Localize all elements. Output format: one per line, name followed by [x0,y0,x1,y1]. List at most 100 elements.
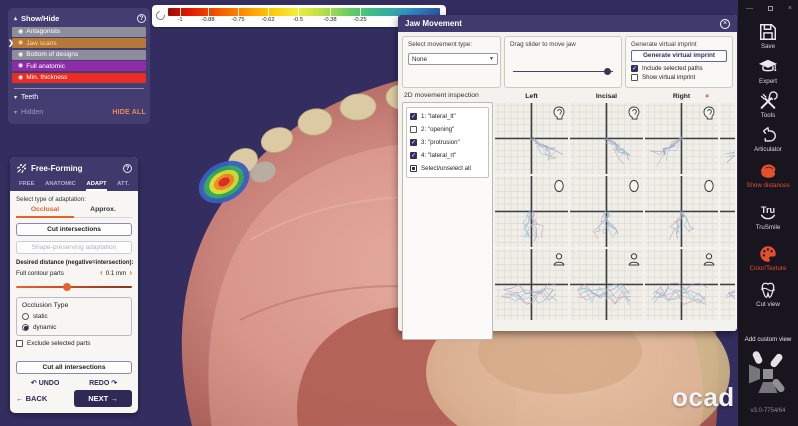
face-icon [553,179,565,193]
increase-distance-icon[interactable]: › [129,269,132,277]
inspection-item-2-opening-[interactable]: 2: "opening" [410,124,485,134]
radio-icon[interactable] [22,313,29,320]
view-navigation-cluster[interactable] [742,348,794,400]
colorbar-settings-icon[interactable] [154,9,167,22]
movement-plot-cell[interactable] [645,176,718,247]
item-label: Min. thickness [26,74,67,81]
checkbox-icon[interactable]: ✓ [410,113,417,120]
contour-parts-label: Full contour parts [16,270,64,277]
toolbar-item-save[interactable]: Save [738,22,798,50]
movement-plot-cell[interactable] [570,103,643,174]
toolbar-item-expert[interactable]: Expert [738,57,798,85]
adaptation-tab-occlusal[interactable]: Occlusal [16,206,74,218]
tab-free[interactable]: FREE [18,179,35,191]
occlusion-radio-dynamic[interactable]: dynamic [22,324,126,331]
movement-type-section: Select movement type: None ▼ [402,36,501,88]
show-hide-item-full-anatomic[interactable]: ◉Full anatomic [12,61,146,71]
checkbox-icon[interactable] [410,126,417,133]
eye-icon[interactable]: ◉ [18,40,23,46]
minimize-button[interactable]: — [746,5,753,12]
eye-icon[interactable]: ◉ [18,63,23,69]
movement-plot-cell[interactable] [495,103,568,174]
add-custom-view-label[interactable]: Add custom view [738,336,798,343]
movement-plot-cell[interactable] [645,103,718,174]
eye-icon[interactable]: ◉ [18,29,23,35]
cut-intersections-button[interactable]: Cut intersections [16,223,132,236]
tab-att[interactable]: ATT. [116,179,130,191]
eye-icon[interactable]: ◉ [18,75,23,81]
jaw-movement-slider[interactable] [513,67,613,75]
show-hide-item-antagonists[interactable]: ◉Antagonists [12,27,146,37]
help-icon[interactable]: ? [137,14,146,23]
decrease-distance-icon[interactable]: ‹ [100,269,103,277]
version-label: v3.0-7754/64 [738,408,798,414]
generate-virtual-imprint-button[interactable]: Generate virtual imprint [631,50,727,62]
show-hide-group-hidden[interactable]: ▾HiddenHIDE ALL [12,106,146,119]
dialog-titlebar[interactable]: Jaw Movement × [398,15,737,32]
show-hide-item-min-thickness[interactable]: ◉Min. thickness [12,73,146,83]
distance-slider-knob[interactable] [63,283,71,291]
toolbar-item-color-texture[interactable]: Color/Texture [738,244,798,272]
exclude-selected-parts-checkbox[interactable]: Exclude selected parts [16,340,132,347]
undo-button[interactable]: ↶ UNDO [31,379,59,387]
inspection-item-select-unselect-all[interactable]: Select/unselect all [410,163,485,173]
adaptation-tab-approx[interactable]: Approx. [74,206,132,218]
toolbar-item-tools[interactable]: Tools [738,91,798,119]
checkbox-label: Include selected paths [642,65,703,72]
cut-all-intersections-button[interactable]: Cut all intersections [16,361,132,374]
imprint-checkbox-show-virtual-imprint[interactable]: Show virtual imprint [631,74,727,81]
checkbox-icon[interactable]: ✓ [410,139,417,146]
distance-slider[interactable] [16,283,132,291]
radio-icon[interactable] [22,324,29,331]
shape-preserving-button[interactable]: Shape-preserving adaptation [16,241,132,254]
hide-all-button[interactable]: HIDE ALL [112,109,146,116]
restore-button[interactable] [768,6,773,11]
item-label: Full anatomic [26,63,65,70]
show-hide-group-teeth[interactable]: ▾Teeth [12,91,146,104]
movement-plot-cell[interactable] [720,103,735,174]
inspection-item-3-protrusion-[interactable]: ✓ 3: "protrusion" [410,137,485,147]
toolbar-item-label: Tools [738,112,798,119]
show-hide-item-jaw-scans[interactable]: ❯◉Jaw scans [12,38,146,48]
virtual-imprint-section: Generate virtual imprint Generate virtua… [625,36,733,88]
checkbox-icon[interactable]: ✓ [631,65,638,72]
checkbox-icon[interactable] [16,340,23,347]
imprint-checkbox-include-selected-paths[interactable]: ✓ Include selected paths [631,65,727,72]
movement-plot-cell[interactable] [645,249,718,320]
next-button[interactable]: NEXT → [74,390,132,407]
movement-plot-cell[interactable] [570,176,643,247]
close-icon[interactable]: × [720,19,730,29]
inspection-checkbox-list: ✓1: "lateral_lt" 2: "opening" ✓ 3: "protrus… [402,102,493,340]
movement-plot-cell[interactable] [570,249,643,320]
movement-plot-cell[interactable] [495,249,568,320]
back-button[interactable]: ← BACK [16,394,47,403]
toolbar-item-show-distances[interactable]: Show distances [738,161,798,189]
occlusion-radio-static[interactable]: static [22,313,126,320]
checkbox-icon[interactable] [631,74,638,81]
show-hide-header[interactable]: ▴ Show/Hide ? [12,12,146,25]
inspection-item-1-lateral-lt-[interactable]: ✓1: "lateral_lt" [410,111,485,121]
toolbar-item-cut-view[interactable]: Cut view [738,280,798,308]
colorbar-tick [268,8,269,16]
checkbox-icon[interactable] [410,165,417,172]
movement-plot-cell[interactable] [495,176,568,247]
help-icon[interactable]: ? [123,164,132,173]
show-hide-item-bottom-of-designs[interactable]: ◉Bottom of designs [12,50,146,60]
show-hide-panel: ▴ Show/Hide ? ◉Antagonists❯◉Jaw scans ◉Bo… [8,8,150,124]
inspection-item-label: 3: "protrusion" [421,139,460,146]
movement-plot-cell[interactable] [720,249,735,320]
group-label: Hidden [21,109,43,116]
movement-plot-cell[interactable] [720,176,735,247]
toolbar-item-articulator[interactable]: Articulator [738,125,798,153]
jaw-slider-knob[interactable] [604,68,611,75]
tab-anatomic[interactable]: ANATOMIC [44,179,77,191]
redo-button[interactable]: REDO ↷ [89,379,117,387]
tab-adapt[interactable]: ADAPT [86,179,108,191]
eye-icon[interactable]: ◉ [18,52,23,58]
colorbar-label: -0.62 [261,17,274,23]
checkbox-icon[interactable]: ✓ [410,152,417,159]
inspection-item-4-lateral-rt-[interactable]: ✓4: "lateral_rt" [410,150,485,160]
movement-type-select[interactable]: None ▼ [408,53,498,65]
toolbar-item-trusmile[interactable]: TruTruSmile [738,203,798,231]
window-close-button[interactable]: × [788,5,792,12]
